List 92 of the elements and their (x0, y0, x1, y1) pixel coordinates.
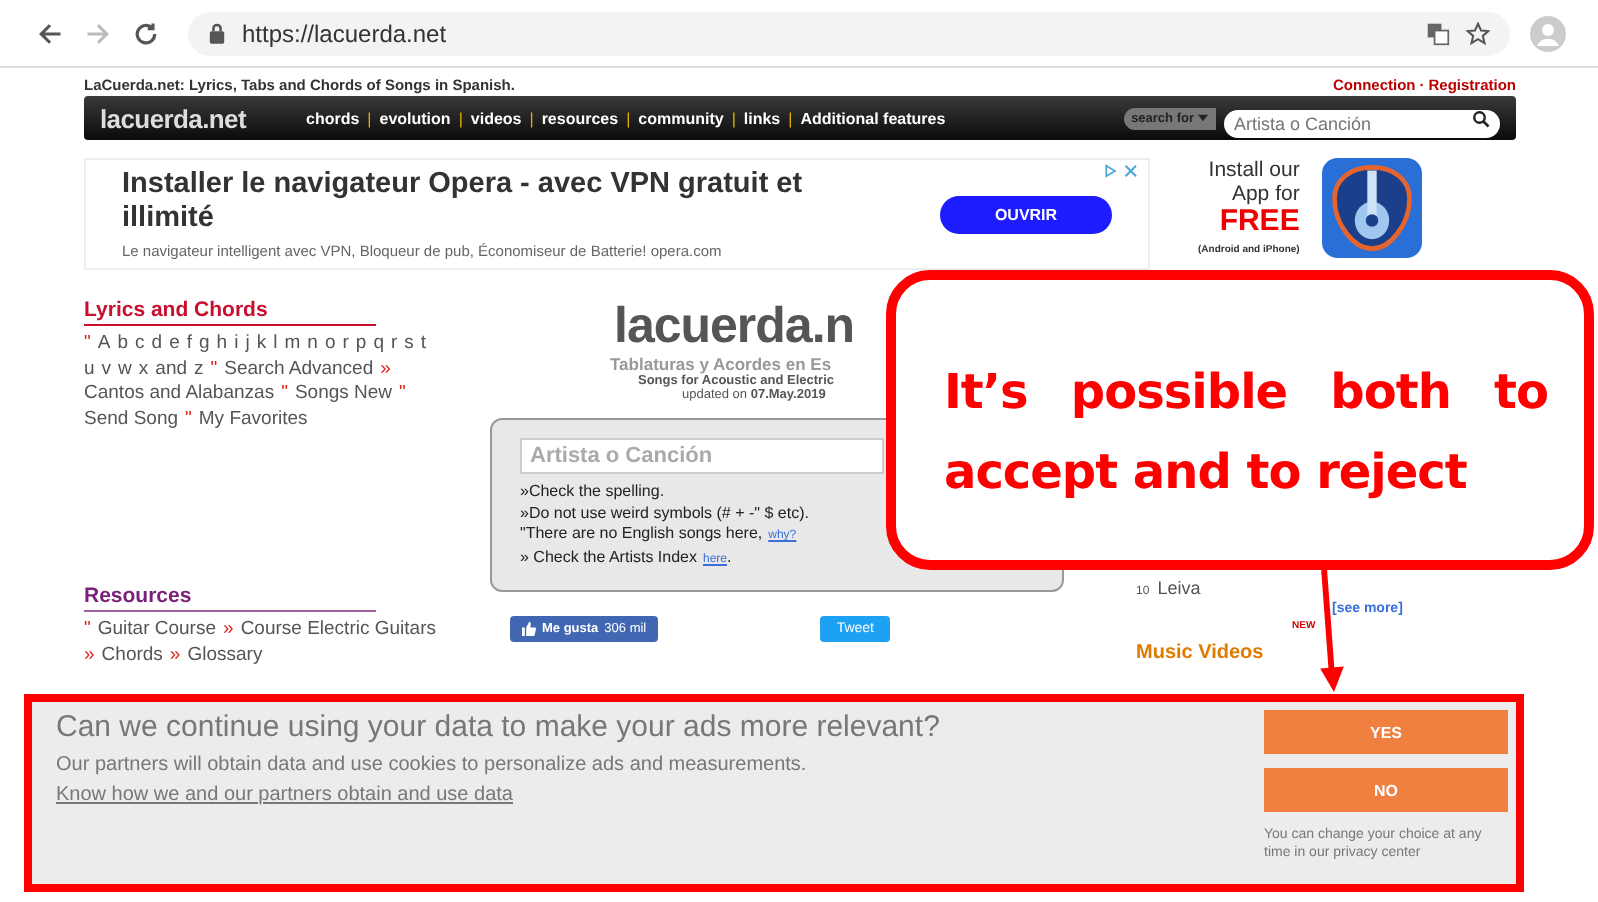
nav-link[interactable]: Guitar Course (97, 618, 217, 643)
search-tip: »Check the spelling. (520, 482, 665, 500)
letter-link[interactable]: z (194, 357, 204, 382)
site-subtitle: Tablaturas y Acordes en Es (610, 354, 832, 374)
search-tip: . (727, 547, 732, 565)
letter-link[interactable]: h (216, 332, 228, 357)
bullet-marker: " (210, 357, 218, 382)
letter-link[interactable]: p (355, 332, 367, 357)
artist-link[interactable]: Leiva (1157, 578, 1201, 598)
bullet-marker: » (380, 357, 391, 382)
privacy-link[interactable]: Know how we and our partners obtain and use data (56, 784, 513, 806)
letter-link[interactable]: c (135, 332, 145, 357)
section-heading: Lyrics and Chords (84, 298, 376, 326)
search-tip: "There are no English songs here, (520, 524, 763, 542)
search-tip: » Check the Artists Index (520, 547, 697, 565)
ad-open-button[interactable]: OUVRIR (940, 195, 1112, 233)
ad-choices-icon[interactable] (1104, 164, 1140, 178)
site-logo: lacuerda.n (614, 298, 855, 354)
bullet-marker: " (399, 382, 406, 407)
letter-link[interactable]: r (342, 332, 349, 357)
letter-link[interactable]: s (404, 332, 414, 357)
letter-link[interactable]: x (138, 357, 149, 382)
promo-free-text: FREE (1219, 206, 1300, 238)
joiner-text: and (155, 357, 188, 382)
promo-text: App for (1231, 182, 1300, 206)
nav-link[interactable]: community (638, 109, 724, 127)
letter-link[interactable]: l (273, 332, 278, 357)
site-logo[interactable]: lacuerda.net (100, 103, 246, 133)
letter-link[interactable]: j (245, 332, 250, 357)
bullet-marker: » (84, 643, 95, 668)
search-tip: »Do not use weird symbols (# + -" $ etc). (520, 503, 809, 521)
nav-link[interactable]: Course Electric Guitars (240, 618, 436, 643)
letter-link[interactable]: w (118, 357, 132, 382)
nav-separator: | (367, 109, 372, 127)
callout-text: It’s possible both to accept and to reject (944, 362, 1548, 504)
letter-link[interactable]: k (256, 332, 267, 357)
nav-link[interactable]: My Favorites (198, 407, 308, 432)
nav-link[interactable]: Chords (101, 643, 163, 668)
nav-link[interactable]: Glossary (187, 643, 263, 668)
nav-separator: | (731, 109, 736, 127)
nav-separator: | (458, 109, 463, 127)
nav-link[interactable]: Search Advanced (224, 357, 374, 382)
letter-link[interactable]: i (234, 332, 239, 357)
nav-link[interactable]: evolution (379, 109, 451, 127)
bullet-marker: " (185, 407, 192, 432)
nav-link[interactable]: Send Song (84, 407, 179, 432)
nav-link[interactable]: resources (541, 109, 619, 127)
letter-link[interactable]: v (101, 357, 112, 382)
promo-text: Install our (1208, 158, 1300, 182)
search-field[interactable]: Artista o Canción (1224, 110, 1500, 138)
nav-link[interactable]: links (743, 109, 781, 127)
nav-link[interactable]: Additional features (800, 109, 946, 127)
letter-link[interactable]: d (151, 332, 163, 357)
letter-link[interactable]: A (97, 332, 111, 357)
nav-link[interactable]: Cantos and Alabanzas (84, 382, 275, 407)
bullet-marker: » (223, 618, 234, 643)
letter-link[interactable]: q (373, 332, 384, 357)
letter-link[interactable]: r (391, 332, 398, 357)
nav-link[interactable]: chords (306, 109, 360, 127)
bullet-marker: " (84, 332, 91, 357)
nav-link[interactable]: Songs New (294, 382, 393, 407)
ad-headline: Installer le navigateur Opera - avec VPN gratuit et illimité (122, 168, 805, 236)
lock-icon (208, 22, 226, 44)
letter-link[interactable]: f (186, 332, 192, 357)
search-field[interactable]: Artista o Canción (520, 438, 884, 474)
star-icon[interactable] (1466, 21, 1490, 45)
bullet-marker: " (84, 618, 91, 643)
nav-separator: | (626, 109, 631, 127)
section-heading: Resources (84, 584, 376, 612)
thumbs-up-icon (522, 622, 536, 636)
letter-link[interactable]: m (284, 332, 301, 357)
nav-link[interactable]: videos (470, 109, 522, 127)
caret-icon[interactable] (1198, 114, 1208, 122)
address-bar[interactable]: https://lacuerda.net (188, 11, 1510, 55)
search-icon[interactable] (1472, 109, 1490, 127)
letter-link[interactable]: b (117, 332, 129, 357)
nav-separator: | (529, 109, 534, 127)
letter-link[interactable]: t (420, 332, 427, 357)
consent-question: Can we continue using your data to make your ads more relevant? (56, 710, 942, 744)
reload-icon[interactable] (132, 19, 160, 47)
nav-separator: | (788, 109, 793, 127)
letter-link[interactable]: u (84, 357, 95, 382)
bullet-marker: » (169, 643, 181, 668)
consent-text: Our partners will obtain data and use cookies to personalize ads and measurements. Know how we and our partners obtain and use data (56, 752, 809, 810)
letter-link[interactable]: o (324, 332, 336, 357)
back-icon[interactable] (36, 19, 64, 47)
section-heading: Music Videos (1136, 642, 1264, 664)
letter-link[interactable]: e (169, 332, 180, 357)
translate-icon[interactable] (1426, 21, 1450, 45)
bullet-marker: " (281, 382, 288, 407)
letter-link[interactable]: g (199, 332, 210, 357)
letter-link[interactable]: n (307, 332, 318, 357)
